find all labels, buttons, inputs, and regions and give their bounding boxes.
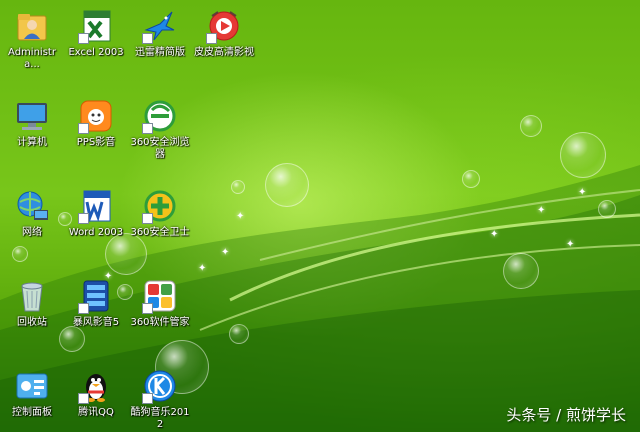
desktop-icon-recycle-bin[interactable]: 回收站 xyxy=(0,272,64,344)
bubble xyxy=(462,170,480,188)
shortcut-arrow-icon xyxy=(142,393,153,404)
shortcut-arrow-icon xyxy=(142,303,153,314)
icon-label: PPS影音 xyxy=(76,137,116,148)
pps-icon xyxy=(78,98,114,134)
icon-label: Excel 2003 xyxy=(68,47,124,58)
icon-label: 暴风影音5 xyxy=(72,317,120,328)
bubble xyxy=(503,253,539,289)
desktop-icon-network[interactable]: 网络 xyxy=(0,182,64,254)
desktop-icon-control-panel[interactable]: 控制面板 xyxy=(0,362,64,432)
bubble xyxy=(231,180,245,194)
bubble xyxy=(598,200,616,218)
desktop-icon-qq[interactable]: 腾讯QQ xyxy=(64,362,128,432)
360-safeguard-icon xyxy=(142,188,178,224)
icon-label: 360软件管家 xyxy=(130,317,190,328)
desktop-icon-pps[interactable]: PPS影音 xyxy=(64,92,128,164)
word-icon xyxy=(78,188,114,224)
recycle-bin-icon xyxy=(14,278,50,314)
desktop-icon-computer[interactable]: 计算机 xyxy=(0,92,64,164)
qq-penguin-icon xyxy=(78,368,114,404)
sparkle: ✦ xyxy=(221,247,230,258)
shortcut-arrow-icon xyxy=(78,123,89,134)
shortcut-arrow-icon xyxy=(78,213,89,224)
desktop-icon-administrator[interactable]: Administra... xyxy=(0,2,64,74)
baofeng-icon xyxy=(78,278,114,314)
pipi-video-icon xyxy=(206,8,242,44)
desktop-icon-pipi-video[interactable]: 皮皮高清影视 xyxy=(192,2,256,74)
thunder-bird-icon xyxy=(142,8,178,44)
icon-label: 360安全浏览器 xyxy=(130,137,190,160)
icon-label: Administra... xyxy=(8,47,56,70)
shortcut-arrow-icon xyxy=(206,33,217,44)
bubble xyxy=(560,132,606,178)
kugou-icon xyxy=(142,368,178,404)
computer-icon xyxy=(14,98,50,134)
icon-label: 计算机 xyxy=(17,137,47,148)
desktop[interactable]: ✦ ✦ ✦ ✦ ✦ ✦ ✦ ✦ Administra... Excel 2003… xyxy=(0,0,640,432)
shortcut-arrow-icon xyxy=(78,303,89,314)
icon-label: 360安全卫士 xyxy=(130,227,190,238)
watermark-text: 头条号 / 煎饼学长 xyxy=(506,406,626,424)
desktop-icon-xunlei[interactable]: 迅雷精简版 xyxy=(128,2,192,74)
sparkle: ✦ xyxy=(236,211,245,222)
icon-label: 迅雷精简版 xyxy=(135,47,185,58)
network-icon xyxy=(14,188,50,224)
bubble xyxy=(265,163,309,207)
desktop-icon-360-browser[interactable]: 360安全浏览器 xyxy=(128,92,192,164)
icon-label: 酷狗音乐2012 xyxy=(130,407,190,430)
icon-label: 皮皮高清影视 xyxy=(194,47,254,58)
bubble xyxy=(520,115,542,137)
icon-label: 控制面板 xyxy=(12,407,52,418)
bubble xyxy=(229,324,249,344)
excel-icon xyxy=(78,8,114,44)
icon-label: 回收站 xyxy=(17,317,47,328)
shortcut-arrow-icon xyxy=(142,213,153,224)
shortcut-arrow-icon xyxy=(142,123,153,134)
icon-label: 腾讯QQ xyxy=(78,407,114,418)
desktop-icon-kugou[interactable]: 酷狗音乐2012 xyxy=(128,362,192,432)
desktop-icon-360-safeguard[interactable]: 360安全卫士 xyxy=(128,182,192,254)
shortcut-arrow-icon xyxy=(78,393,89,404)
desktop-icon-excel-2003[interactable]: Excel 2003 xyxy=(64,2,128,74)
icon-label: Word 2003 xyxy=(68,227,124,238)
sparkle: ✦ xyxy=(198,263,207,274)
desktop-icon-baofeng[interactable]: 暴风影音5 xyxy=(64,272,128,344)
sparkle: ✦ xyxy=(578,187,587,198)
control-panel-icon xyxy=(14,368,50,404)
shortcut-arrow-icon xyxy=(78,33,89,44)
desktop-icon-word-2003[interactable]: Word 2003 xyxy=(64,182,128,254)
desktop-icon-360-software[interactable]: 360软件管家 xyxy=(128,272,192,344)
sparkle: ✦ xyxy=(490,229,499,240)
360-software-icon xyxy=(142,278,178,314)
sparkle: ✦ xyxy=(537,205,546,216)
sparkle: ✦ xyxy=(566,239,575,250)
user-folder-icon xyxy=(14,8,50,44)
icon-label: 网络 xyxy=(22,227,42,238)
shortcut-arrow-icon xyxy=(142,33,153,44)
360-browser-icon xyxy=(142,98,178,134)
